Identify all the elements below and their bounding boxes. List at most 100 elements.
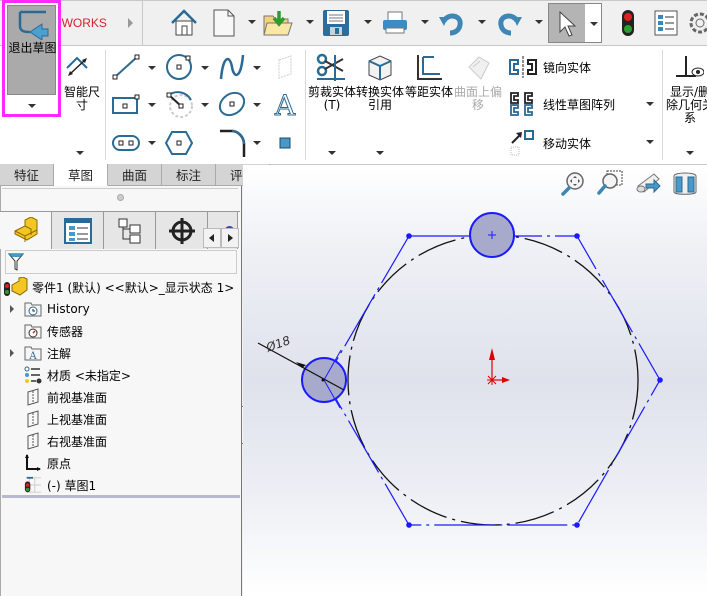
circle-dropdown-icon[interactable] xyxy=(201,66,209,70)
tab-features[interactable]: 特征 xyxy=(0,164,54,186)
scroll-right-button[interactable] xyxy=(221,228,239,248)
convert-entities-label: 转换实体引用 xyxy=(356,85,405,112)
scroll-left-button[interactable] xyxy=(203,228,221,248)
tab-property-manager[interactable] xyxy=(52,212,104,249)
smart-dimension-dropdown-icon[interactable] xyxy=(76,151,84,155)
line-tool-button[interactable] xyxy=(110,52,142,82)
exit-sketch-button[interactable]: 退出草图 xyxy=(2,0,61,117)
new-dropdown-icon[interactable] xyxy=(248,20,256,24)
tree-item-annotations[interactable]: A 注解 xyxy=(10,342,71,364)
trim-scissors-icon xyxy=(316,53,345,81)
offset-on-surface-button[interactable]: 曲面上偏移 xyxy=(454,50,502,162)
ellipse-tool-button[interactable] xyxy=(216,89,248,119)
tab-dimxpert-manager[interactable] xyxy=(156,212,208,249)
rectangle-tool-button[interactable] xyxy=(110,89,142,119)
plane-tool-button[interactable] xyxy=(272,52,298,82)
convert-entities-button[interactable]: 转换实体引用 xyxy=(356,50,405,162)
section-view-button[interactable] xyxy=(672,170,698,199)
mirror-entities-button[interactable]: 镜向实体 xyxy=(508,55,658,79)
tree-item-label: 右视基准面 xyxy=(47,434,108,449)
tree-item-origin[interactable]: 原点 xyxy=(24,452,71,474)
tree-item-top-plane[interactable]: 上视基准面 xyxy=(24,408,107,430)
tree-item-material[interactable]: 材质 <未指定> xyxy=(24,364,131,386)
graphics-area[interactable]: Ø18 xyxy=(243,165,707,596)
circle-tool-button[interactable] xyxy=(163,52,195,82)
spline-dropdown-icon[interactable] xyxy=(253,66,261,70)
display-relations-button[interactable]: 显示/删除几何关系 xyxy=(666,50,707,162)
print-dropdown-icon[interactable] xyxy=(421,20,429,24)
rebuild-traffic-light-icon[interactable] xyxy=(612,6,644,40)
tree-item-sensors[interactable]: 传感器 xyxy=(24,320,83,342)
sketch-canvas[interactable]: Ø18 xyxy=(243,165,707,596)
exit-sketch-dropdown-icon[interactable] xyxy=(28,104,36,108)
fillet-tool-button[interactable] xyxy=(216,128,248,158)
sketch-point[interactable] xyxy=(574,233,580,239)
save-icon[interactable] xyxy=(320,6,352,40)
polygon-tool-button[interactable] xyxy=(163,128,195,158)
linear-pattern-dropdown-icon[interactable] xyxy=(646,102,654,106)
print-icon[interactable] xyxy=(379,6,411,40)
sketch-point[interactable] xyxy=(406,233,412,239)
arc-dropdown-icon[interactable] xyxy=(201,103,209,107)
tree-root-part[interactable]: 零件1 (默认) <<默认>_显示状态 1> xyxy=(3,276,234,298)
text-tool-button[interactable]: A xyxy=(270,89,300,119)
smart-dimension-button[interactable]: 智能尺寸 xyxy=(62,50,104,162)
previous-view-button[interactable] xyxy=(634,170,662,199)
fillet-dropdown-icon[interactable] xyxy=(253,141,261,145)
rollback-bar[interactable] xyxy=(2,495,240,498)
point-tool-button[interactable] xyxy=(275,133,295,153)
tab-feature-manager[interactable] xyxy=(0,212,52,249)
tree-item-sketch1[interactable]: (-) 草图1 xyxy=(24,474,96,496)
options-gear-icon[interactable] xyxy=(684,6,707,40)
save-dropdown-icon[interactable] xyxy=(364,20,372,24)
ellipse-dropdown-icon[interactable] xyxy=(253,103,261,107)
trim-entities-button[interactable]: 剪裁实体(T) xyxy=(308,50,356,162)
undo-icon[interactable] xyxy=(436,6,468,40)
tab-surfaces[interactable]: 曲面 xyxy=(108,164,162,186)
linear-pattern-button[interactable]: 线性草图阵列 xyxy=(508,91,658,117)
select-dropdown-icon[interactable] xyxy=(590,22,598,26)
spline-tool-button[interactable] xyxy=(216,52,248,82)
panel-grip-handle[interactable] xyxy=(117,194,124,201)
tab-sketch[interactable]: 草图 xyxy=(54,164,108,186)
expand-arrow-icon[interactable] xyxy=(10,349,14,357)
smart-dimension-icon xyxy=(66,56,88,76)
sketch-point[interactable] xyxy=(657,377,663,383)
redo-dropdown-icon[interactable] xyxy=(535,20,543,24)
zoom-to-area-button[interactable] xyxy=(596,170,624,199)
sketch-point[interactable] xyxy=(406,522,412,528)
slot-dropdown-icon[interactable] xyxy=(148,141,156,145)
tab-markup[interactable]: 标注 xyxy=(162,164,216,186)
convert-dropdown-icon[interactable] xyxy=(376,151,384,155)
diameter-dimension-label[interactable]: Ø18 xyxy=(263,333,292,355)
mirror-entities-label: 镜向实体 xyxy=(543,60,592,75)
redo-icon[interactable] xyxy=(493,6,525,40)
move-entities-dropdown-icon[interactable] xyxy=(646,140,654,144)
new-document-icon[interactable] xyxy=(208,6,240,40)
open-folder-icon[interactable] xyxy=(262,6,294,40)
home-icon[interactable] xyxy=(168,6,200,40)
tree-item-right-plane[interactable]: 右视基准面 xyxy=(24,430,107,452)
sketch-text-icon: A xyxy=(273,90,296,118)
move-entities-button[interactable]: 移动实体 xyxy=(508,128,658,158)
slot-icon xyxy=(112,135,140,151)
slot-tool-button[interactable] xyxy=(110,128,142,158)
trim-dropdown-icon[interactable] xyxy=(328,151,336,155)
expand-arrow-icon[interactable] xyxy=(10,305,14,313)
select-button[interactable] xyxy=(548,3,602,43)
tree-item-history[interactable]: History xyxy=(10,298,90,320)
undo-dropdown-icon[interactable] xyxy=(478,20,486,24)
sketch-point[interactable] xyxy=(574,522,580,528)
tree-item-front-plane[interactable]: 前视基准面 xyxy=(24,386,107,408)
open-dropdown-icon[interactable] xyxy=(306,20,314,24)
display-relations-dropdown-icon[interactable] xyxy=(686,151,694,155)
arc-tool-button[interactable] xyxy=(163,89,195,119)
tree-filter-bar[interactable] xyxy=(5,250,237,274)
rectangle-dropdown-icon[interactable] xyxy=(148,103,156,107)
tab-configuration-manager[interactable] xyxy=(104,212,156,249)
offset-entities-button[interactable]: 等距实体 xyxy=(405,50,453,162)
menu-expand-arrow-icon[interactable] xyxy=(128,18,133,28)
line-dropdown-icon[interactable] xyxy=(148,66,156,70)
zoom-to-fit-button[interactable] xyxy=(560,170,586,199)
file-properties-icon[interactable] xyxy=(650,6,682,40)
